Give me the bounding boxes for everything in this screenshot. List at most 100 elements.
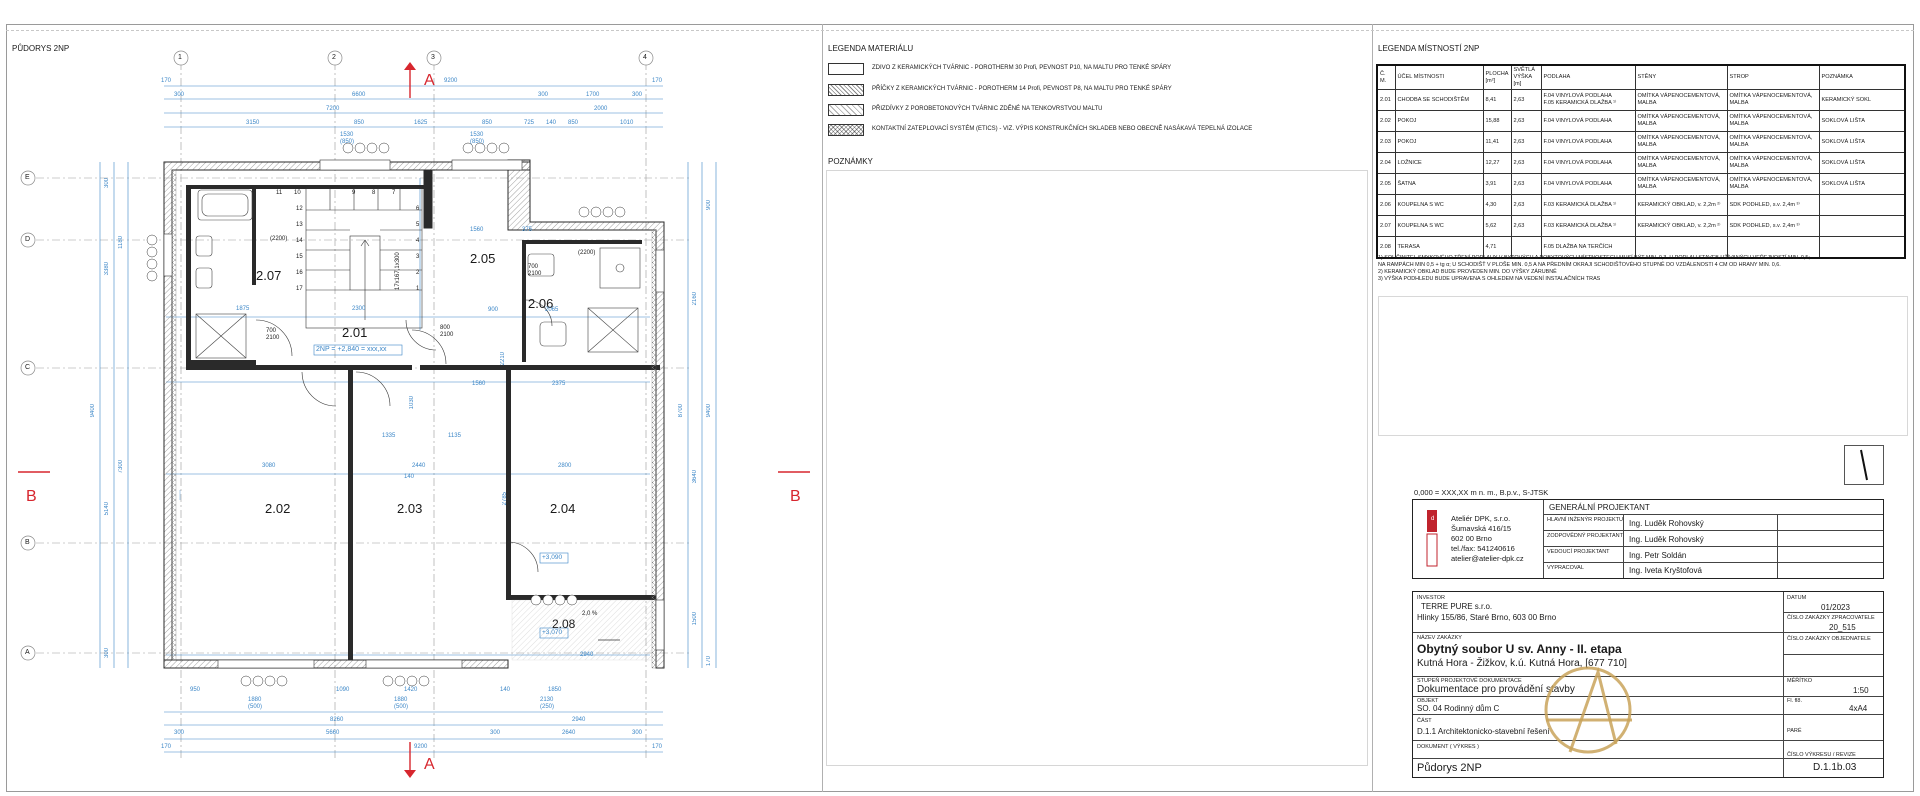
room-label: 2.02: [265, 501, 291, 516]
table-header: Č. M.: [1376, 64, 1396, 90]
table-cell: OMÍTKA VÁPENOCEMENTOVÁ, MALBA: [1726, 173, 1820, 195]
investor-label: INVESTOR: [1417, 595, 1446, 601]
axis-label: A: [25, 649, 30, 656]
table-cell: SDK PODHLED, s.v. 2,4m ³⁾: [1726, 215, 1820, 237]
section-mark-a-top: A: [424, 72, 435, 89]
room-label: 2.04: [550, 501, 576, 516]
axis-label: 2: [332, 54, 336, 61]
table-cell: 2,63: [1510, 194, 1542, 216]
table-cell: F.04 VINYLOVÁ PODLAHA: [1540, 152, 1636, 174]
rooms-footnotes: 1) SOUČINITEL SMYKOVÉHO TŘENÍ PODLAHY V …: [1378, 255, 1908, 283]
axis-label: C: [25, 364, 31, 371]
panel-divider: [822, 24, 823, 792]
height-reference: 0,000 = XXX,XX m n. m., B.p.v., S-JTSK: [1414, 488, 1549, 497]
level-terrace: +3,090: [542, 554, 563, 561]
bath-note: (2200): [578, 250, 596, 256]
table-cell: SOKLOVÁ LIŠTA: [1818, 110, 1906, 132]
scale-value: 1:50: [1853, 686, 1869, 695]
table-row: 2.02 POKOJ 15,88 2,63 F.04 VINYLOVÁ PODLAHA O…: [1376, 110, 1906, 132]
table-cell: LOŽNICE: [1394, 152, 1484, 174]
table-cell: 2.01: [1376, 89, 1396, 111]
stair-steps-right: 6 5 4 3 2 1: [416, 206, 420, 292]
table-cell: 2.03: [1376, 131, 1396, 153]
table-header: STĚNY: [1634, 64, 1728, 90]
section-mark-b-left: B: [26, 488, 37, 505]
part-value: D.1.1 Architektonicko-stavební řešení: [1417, 727, 1550, 736]
door-label: 800 2100: [440, 325, 454, 338]
copies-label: PARÉ: [1787, 728, 1802, 734]
company-address: Ateliér DPK, s.r.o. Šumavská 416/15 602 …: [1451, 514, 1524, 563]
drawing-value: Půdorys 2NP: [1417, 762, 1482, 774]
table-cell: [1818, 215, 1906, 237]
axis-label: D: [25, 236, 31, 243]
material-swatch-hatch: [828, 84, 864, 96]
section-mark-a-bottom: A: [424, 756, 435, 773]
table-cell: F.04 VINYLOVÁ PODLAHA: [1540, 110, 1636, 132]
table-cell: 2.07: [1376, 215, 1396, 237]
role-label: HLAVNÍ INŽENÝR PROJEKTU: [1547, 517, 1623, 523]
table-cell: CHODBA SE SCHODIŠTĚM: [1394, 89, 1484, 111]
date-value: 01/2023: [1821, 603, 1850, 612]
client-number-label: ČÍSLO ZAKÁZKY OBJEDNATELE: [1787, 636, 1871, 642]
material-swatch-hatch: [828, 104, 864, 116]
table-cell: KERAMICKÝ SOKL: [1818, 89, 1906, 111]
door-label: 700 2100: [266, 328, 280, 341]
table-row: 2.07 KOUPELNA S WC 5,62 2,63 F.03 KERAMICKÁ …: [1376, 215, 1906, 237]
material-legend-text: ZDIVO Z KERAMICKÝCH TVÁRNIC - POROTHERM …: [872, 65, 1172, 71]
material-legend-text: KONTAKTNÍ ZATEPLOVACÍ SYSTÉM (ETICS) - V…: [872, 126, 1253, 132]
table-cell: F.03 KERAMICKÁ DLAŽBA ¹⁾: [1540, 194, 1636, 216]
axis-label: 4: [643, 54, 647, 61]
table-header: STROP: [1726, 64, 1820, 90]
level-terrace-lower: +3,070: [542, 629, 563, 636]
table-cell: 2,63: [1510, 110, 1542, 132]
axis-label: B: [25, 539, 30, 546]
sheet-number-value: D.1.1b.03: [1813, 762, 1857, 773]
scale-label: MĚŘÍTKO: [1787, 678, 1813, 684]
axis-label: E: [25, 174, 30, 181]
role-label: VEDOUCÍ PROJEKTANT: [1547, 549, 1610, 555]
table-cell: OMÍTKA VÁPENOCEMENTOVÁ, MALBA: [1634, 152, 1728, 174]
table-cell: 2,63: [1510, 173, 1542, 195]
panel-divider: [1372, 24, 1373, 792]
table-cell: F.04 VINYLOVÁ PODLAHA: [1540, 131, 1636, 153]
contract-label: NÁZEV ZAKÁZKY: [1417, 635, 1462, 641]
role-name: Ing. Iveta Kryštofová: [1629, 566, 1702, 575]
table-cell: 4,30: [1482, 194, 1512, 216]
table-cell: OMÍTKA VÁPENOCEMENTOVÁ, MALBA: [1634, 173, 1728, 195]
table-cell: SOKLOVÁ LIŠTA: [1818, 173, 1906, 195]
part-label: ČÁST: [1417, 718, 1432, 724]
table-cell: OMÍTKA VÁPENOCEMENTOVÁ, MALBA: [1634, 89, 1728, 111]
table-header: SVĚTLÁ VÝŠKA [m]: [1510, 64, 1542, 90]
company-logo-icon: d: [1426, 510, 1438, 567]
drawing-label: DOKUMENT ( VÝKRES ): [1417, 744, 1479, 750]
role-label: ZODPOVĚDNÝ PROJEKTANT: [1547, 533, 1623, 539]
table-cell: OMÍTKA VÁPENOCEMENTOVÁ, MALBA: [1634, 110, 1728, 132]
format-label: Fl. fl8.: [1787, 698, 1802, 704]
table-row: 2.03 POKOJ 11,41 2,63 F.04 VINYLOVÁ PODLAHA O…: [1376, 131, 1906, 153]
material-legend-text: PŘIZDÍVKY Z POROBETONOVÝCH TVÁRNIC ZDĚNÉ…: [872, 106, 1103, 112]
table-cell: SDK PODHLED, s.v. 2,4m ³⁾: [1726, 194, 1820, 216]
room-label: 2.05: [470, 251, 496, 266]
room-label: 2.03: [397, 501, 423, 516]
level-2np: 2NP = +2,840 = xxx,xx: [316, 346, 387, 353]
table-cell: 2,63: [1510, 152, 1542, 174]
format-value: 4xA4: [1849, 704, 1868, 713]
footnote: 2) KERAMICKÝ OBKLAD BUDE PROVEDEN MIN. D…: [1378, 269, 1557, 275]
table-cell: F.04 VINYLOVÁ PODLAHA: [1540, 173, 1636, 195]
table-cell: 2.06: [1376, 194, 1396, 216]
job-number-label: ČÍSLO ZAKÁZKY ZPRACOVATELE: [1787, 615, 1875, 621]
notes-area: [826, 170, 1368, 766]
rooms-table: Č. M. ÚČEL MÍSTNOSTI PLOCHA [m²] SVĚTLÁ …: [1376, 64, 1906, 259]
footnote: 3) VÝŠKA PODHLEDU BUDE UPRAVENA S OHLEDE…: [1378, 276, 1601, 282]
designer-box: d Ateliér DPK, s.r.o. Šumavská 416/15 60…: [1412, 499, 1884, 579]
table-header: PLOCHA [m²]: [1482, 64, 1512, 90]
empty-field: [1378, 296, 1908, 436]
table-cell: 2.05: [1376, 173, 1396, 195]
table-cell: POKOJ: [1394, 110, 1484, 132]
north-arrow-icon: [1844, 445, 1884, 485]
table-cell: 2.02: [1376, 110, 1396, 132]
table-cell: 2.04: [1376, 152, 1396, 174]
table-cell: 8,41: [1482, 89, 1512, 111]
table-header: POZNÁMKA: [1818, 64, 1906, 90]
role-name: Ing. Luděk Rohovský: [1629, 535, 1704, 544]
